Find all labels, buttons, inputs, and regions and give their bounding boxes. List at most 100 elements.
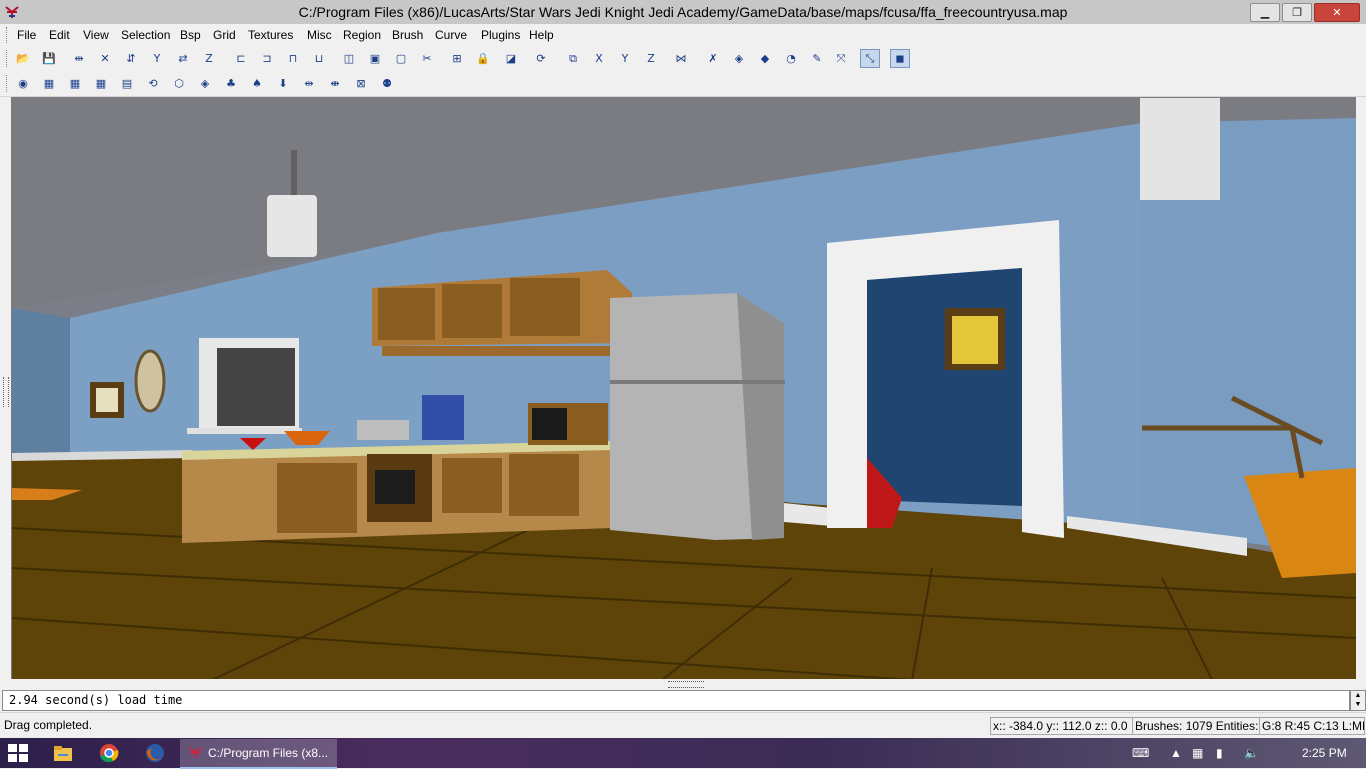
clipper-icon[interactable]: ✂ <box>418 50 436 67</box>
cycle-cap-icon[interactable]: ⬡ <box>170 75 188 92</box>
save-icon[interactable]: 💾 <box>40 50 58 67</box>
explorer-icon[interactable] <box>52 742 74 764</box>
clock[interactable]: 2:25 PM <box>1302 738 1347 768</box>
menu-misc[interactable]: Misc <box>307 28 332 42</box>
task-label: C:/Program Files (x8... <box>208 746 329 760</box>
camera-toggle-icon[interactable]: ⟳ <box>532 50 550 67</box>
menu-bar: File Edit View Selection Bsp Grid Textur… <box>0 24 1366 47</box>
patch-delete-icon[interactable]: ▦ <box>66 75 84 92</box>
mirror-y-icon[interactable]: ⇼ <box>326 75 344 92</box>
xy-view-icon[interactable]: ⧉ <box>564 50 582 67</box>
task-radiant[interactable]: C:/Program Files (x8... <box>180 739 337 769</box>
menu-grid[interactable]: Grid <box>213 28 236 42</box>
menu-file[interactable]: File <box>17 28 36 42</box>
camera-render[interactable] <box>12 98 1356 680</box>
status-coords: x:: -384.0 y:: 112.0 z:: 0.0 <box>990 717 1133 735</box>
select-touching-icon[interactable]: ⊐ <box>258 50 276 67</box>
no-texture-icon[interactable]: ⊠ <box>352 75 370 92</box>
tray-overflow-icon[interactable]: ▲ <box>1170 738 1182 768</box>
title-bar[interactable]: C:/Program Files (x86)/LucasArts/Star Wa… <box>0 0 1366 25</box>
x-view-icon[interactable]: X <box>590 50 608 67</box>
show-patches-icon[interactable]: ⋈ <box>672 50 690 67</box>
status-message: Drag completed. <box>4 718 93 732</box>
close-icon[interactable]: ✕ <box>1314 3 1360 22</box>
windows-taskbar: C:/Program Files (x8... ⌨ ▲ ▦ ▮ 🔈 2:25 P… <box>0 738 1366 769</box>
menu-grip[interactable] <box>6 27 10 43</box>
open-icon[interactable]: 📂 <box>14 50 32 67</box>
mirror-x-icon[interactable]: ⇹ <box>300 75 318 92</box>
rotate-z-icon[interactable]: Z <box>200 50 218 67</box>
show-hint-icon[interactable]: ◔ <box>782 50 800 67</box>
select-inside-icon[interactable]: ⊔ <box>310 50 328 67</box>
texture-lock-icon[interactable]: 🔒 <box>474 50 492 67</box>
lightning-icon[interactable]: ♣ <box>222 75 240 92</box>
show-detail-icon[interactable]: ◆ <box>756 50 774 67</box>
right-dock-edge <box>1356 97 1366 679</box>
drag-edges-icon[interactable]: ⤧ <box>832 50 850 67</box>
csg-merge-icon[interactable]: ▣ <box>366 50 384 67</box>
select-complete-tall-icon[interactable]: ⊏ <box>232 50 250 67</box>
status-grid: G:8 R:45 C:13 L:MR <box>1259 717 1365 735</box>
status-bar: Drag completed. x:: -384.0 y:: 112.0 z::… <box>0 712 1366 737</box>
menu-edit[interactable]: Edit <box>49 28 70 42</box>
menu-bsp[interactable]: Bsp <box>180 28 201 42</box>
patch-thicken-icon[interactable]: ▤ <box>118 75 136 92</box>
menu-help[interactable]: Help <box>529 28 554 42</box>
menu-region[interactable]: Region <box>343 28 381 42</box>
chrome-icon[interactable] <box>98 742 120 764</box>
flip-z-icon[interactable]: ⇄ <box>174 50 192 67</box>
camera-viewport[interactable] <box>11 97 1357 681</box>
z-view-icon[interactable]: Z <box>642 50 660 67</box>
scale-icon[interactable]: ◼ <box>890 49 910 68</box>
camera-bot-icon[interactable]: ⚉ <box>378 75 396 92</box>
down-icon[interactable]: ⬇ <box>274 75 292 92</box>
console-line: 2.94 second(s) load time <box>9 693 183 707</box>
drag-vertices-icon[interactable]: ⤡ <box>860 49 880 68</box>
csg-subtract-icon[interactable]: ◫ <box>340 50 358 67</box>
menu-brush[interactable]: Brush <box>392 28 423 42</box>
keyboard-icon[interactable]: ⌨ <box>1132 738 1149 768</box>
show-caulk-icon[interactable]: ✎ <box>808 50 826 67</box>
firefox-icon[interactable] <box>144 742 166 764</box>
minimize-icon[interactable]: ▁ <box>1250 3 1280 22</box>
rotate-x-icon[interactable]: ✕ <box>96 50 114 67</box>
menu-selection[interactable]: Selection <box>121 28 170 42</box>
network-icon[interactable]: ▦ <box>1192 738 1203 768</box>
y-view-icon[interactable]: Y <box>616 50 634 67</box>
main-toolbar: 📂 💾 ⇹ ✕ ⇵ Y ⇄ Z ⊏ ⊐ ⊓ ⊔ ◫ ▣ ▢ ✂ ⊞ 🔒 ◪ ⟳ ⧉ X Y Z ⋈ ✗ ◈ ◆ ◔ ✎ ⤧ ⤡ ◼ <box>0 46 1366 72</box>
toolbar-grip[interactable] <box>6 75 10 92</box>
hollow-icon[interactable]: ▢ <box>392 50 410 67</box>
console-scrollbar[interactable]: ▲ ▼ <box>1350 690 1366 711</box>
left-dock-edge <box>0 97 11 679</box>
menu-textures[interactable]: Textures <box>248 28 293 42</box>
menu-plugins[interactable]: Plugins <box>481 28 520 42</box>
select-partial-tall-icon[interactable]: ⊓ <box>284 50 302 67</box>
patch-toolbar: ◉ ▦ ▦ ▦ ▤ ⟲ ⬡ ◈ ♣ ♠ ⬇ ⇹ ⇼ ⊠ ⚉ <box>0 71 1366 97</box>
show-clip-icon[interactable]: ◈ <box>730 50 748 67</box>
change-view-icon[interactable]: ⊞ <box>448 50 466 67</box>
show-entities-icon[interactable]: ✗ <box>704 50 722 67</box>
window-title: C:/Program Files (x86)/LucasArts/Star Wa… <box>298 4 1068 20</box>
battery-icon[interactable]: ▮ <box>1216 738 1223 768</box>
console-output[interactable]: 2.94 second(s) load time <box>2 690 1350 711</box>
volume-icon[interactable]: 🔈 <box>1244 738 1259 768</box>
patch-insert-icon[interactable]: ▦ <box>40 75 58 92</box>
menu-curve[interactable]: Curve <box>435 28 467 42</box>
redisperse-icon[interactable]: ⟲ <box>144 75 162 92</box>
restore-icon[interactable]: ❐ <box>1282 3 1312 22</box>
menu-view[interactable]: View <box>83 28 109 42</box>
entity-icon[interactable]: ♠ <box>248 75 266 92</box>
console-splitter[interactable] <box>0 679 1366 689</box>
toolbar-grip[interactable] <box>6 50 10 67</box>
flip-y-icon[interactable]: ⇵ <box>122 50 140 67</box>
flip-x-icon[interactable]: ⇹ <box>70 50 88 67</box>
dock-grip[interactable] <box>3 377 9 407</box>
cubic-clip-icon[interactable]: ◪ <box>502 50 520 67</box>
patch-bend-icon[interactable]: ◉ <box>14 75 32 92</box>
windows-start-icon[interactable] <box>8 744 28 762</box>
splitter-grip[interactable] <box>668 681 704 688</box>
patch-cap-icon[interactable]: ▦ <box>92 75 110 92</box>
radiant-icon <box>189 747 202 759</box>
patch-weld-icon[interactable]: ◈ <box>196 75 214 92</box>
rotate-y-icon[interactable]: Y <box>148 50 166 67</box>
